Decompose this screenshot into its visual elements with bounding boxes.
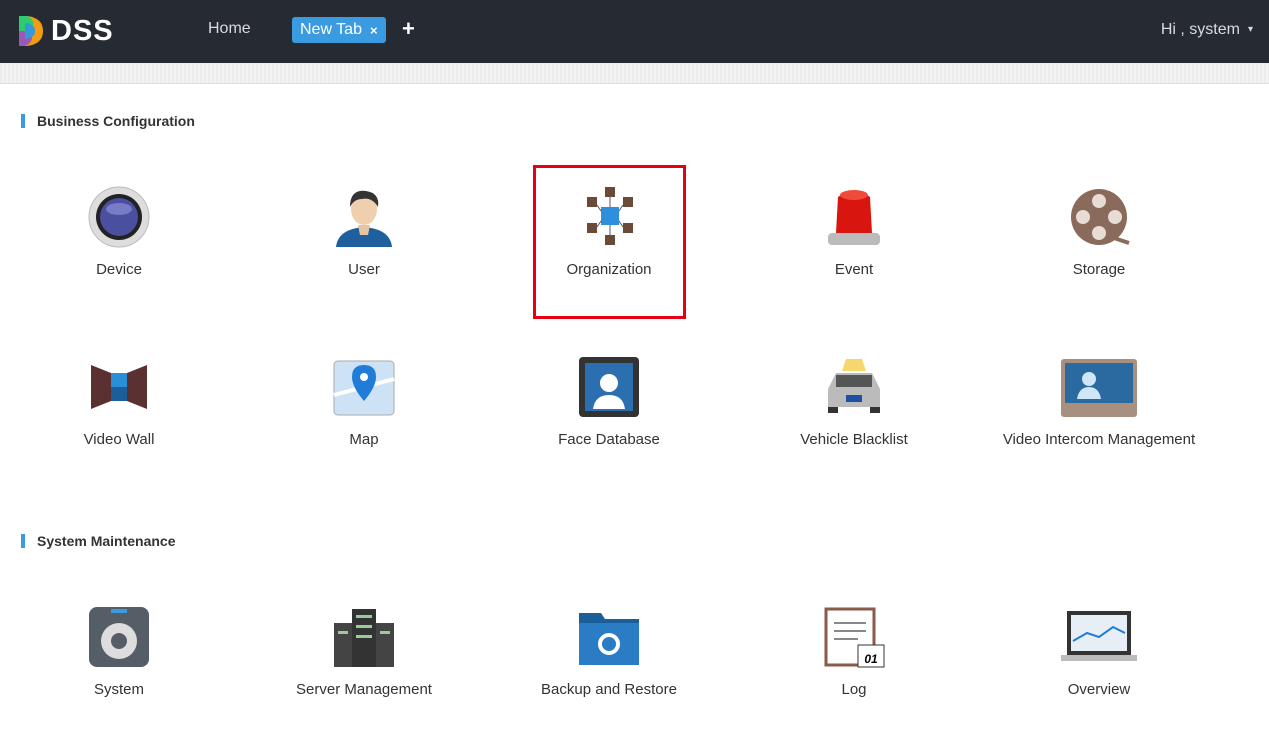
tile-label: Server Management xyxy=(296,681,432,698)
system-gear-icon xyxy=(89,607,149,667)
intercom-icon xyxy=(1061,359,1137,417)
tile-label: Log xyxy=(841,681,867,698)
tile-storage[interactable]: Storage xyxy=(999,185,1199,278)
backup-folder-icon xyxy=(579,613,639,665)
car-icon xyxy=(828,359,880,413)
face-icon xyxy=(579,357,639,417)
top-bar: DSS Home New Tab × + Hi , system ▾ xyxy=(0,0,1269,63)
tile-device[interactable]: Device xyxy=(19,185,219,278)
tile-label: Video Intercom Management xyxy=(1002,431,1196,448)
tile-log[interactable]: 01 Log xyxy=(754,605,954,698)
tile-backup-and-restore[interactable]: Backup and Restore xyxy=(509,605,709,698)
tile-video-wall[interactable]: Video Wall xyxy=(19,355,219,448)
organization-cubes-icon xyxy=(587,187,633,245)
laptop-chart-icon xyxy=(1061,611,1137,661)
section-title-maintenance: System Maintenance xyxy=(21,534,176,548)
tile-face-database[interactable]: Face Database xyxy=(509,355,709,448)
tile-video-intercom-management[interactable]: Video Intercom Management xyxy=(999,355,1199,448)
dss-logo-icon xyxy=(19,16,43,46)
map-pin-icon xyxy=(333,360,395,416)
section-title-business: Business Configuration xyxy=(21,114,195,128)
tile-system[interactable]: System xyxy=(19,605,219,698)
tile-user[interactable]: User xyxy=(264,185,464,278)
user-menu[interactable]: Hi , system ▾ xyxy=(1161,21,1253,39)
tile-label: Face Database xyxy=(558,431,660,448)
tile-label: Event xyxy=(834,261,874,278)
tile-label: Map xyxy=(349,431,379,448)
tile-label: User xyxy=(348,261,380,278)
tile-label: Vehicle Blacklist xyxy=(800,431,908,448)
tab-label: New Tab xyxy=(300,21,362,38)
log-notepad-icon: 01 xyxy=(824,607,885,668)
tile-organization[interactable]: Organization xyxy=(509,185,709,278)
tile-label: Organization xyxy=(566,261,652,278)
tile-label: Overview xyxy=(1067,681,1131,698)
video-wall-icon xyxy=(91,365,147,409)
tab-new-tab[interactable]: New Tab × xyxy=(292,17,386,43)
tile-overview[interactable]: Overview xyxy=(999,605,1199,698)
alarm-light-icon xyxy=(828,190,880,245)
nav-home[interactable]: Home xyxy=(208,20,251,38)
tile-label: Storage xyxy=(1072,261,1126,278)
add-tab-button[interactable]: + xyxy=(402,16,415,42)
tile-vehicle-blacklist[interactable]: Vehicle Blacklist xyxy=(754,355,954,448)
camera-dome-icon xyxy=(88,186,150,248)
logo: DSS xyxy=(17,14,114,48)
server-icon xyxy=(334,609,394,667)
tile-label: Video Wall xyxy=(83,431,155,448)
tile-label: Backup and Restore xyxy=(541,681,677,698)
logo-text: DSS xyxy=(51,14,114,47)
tile-label: Device xyxy=(96,261,142,278)
user-icon xyxy=(336,190,392,247)
log-badge: 01 xyxy=(864,652,878,666)
film-reel-icon xyxy=(1071,189,1130,245)
close-icon[interactable]: × xyxy=(370,23,378,38)
tile-label: System xyxy=(93,681,144,698)
user-greeting: Hi , system xyxy=(1160,21,1240,38)
tile-server-management[interactable]: Server Management xyxy=(264,605,464,698)
tile-event[interactable]: Event xyxy=(754,185,954,278)
tile-map[interactable]: Map xyxy=(264,355,464,448)
decorative-strip xyxy=(0,63,1269,84)
caret-down-icon: ▾ xyxy=(1247,24,1253,35)
